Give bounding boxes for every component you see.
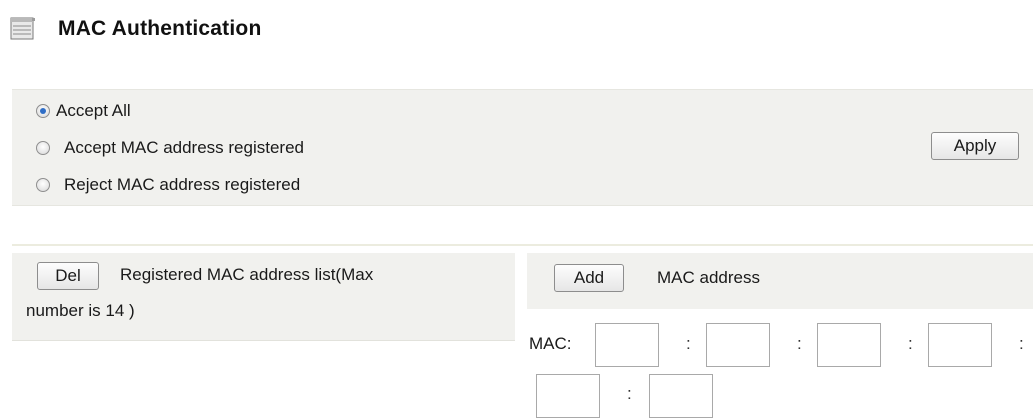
radio-accept-registered[interactable]: Accept MAC address registered [36, 138, 304, 158]
radio-button[interactable] [36, 141, 50, 155]
apply-button[interactable]: Apply [931, 132, 1019, 160]
mac-octet-2-input[interactable] [706, 323, 770, 367]
radio-label-reject-registered: Reject MAC address registered [64, 175, 301, 194]
mac-separator: : [1019, 334, 1024, 353]
add-button[interactable]: Add [554, 264, 624, 292]
mac-octet-3-input[interactable] [817, 323, 881, 367]
mac-separator: : [797, 334, 802, 353]
page-title: MAC Authentication [58, 17, 262, 40]
registered-list-title-line2: number is 14 ) [26, 301, 135, 320]
mac-octet-6-input[interactable] [649, 374, 713, 418]
mac-label: MAC: [529, 334, 572, 353]
delete-button[interactable]: Del [37, 262, 99, 290]
registered-list-title: Registered MAC address list(Max [120, 265, 374, 284]
mac-address-title: MAC address [657, 268, 760, 287]
radio-accept-all[interactable]: Accept All [36, 101, 131, 121]
section-divider [12, 244, 1033, 246]
registered-list-panel: Del Registered MAC address list(Max numb… [12, 253, 515, 341]
page-header: MAC Authentication [10, 14, 261, 44]
mac-separator: : [627, 384, 632, 403]
mac-separator: : [686, 334, 691, 353]
radio-label-accept-all: Accept All [56, 101, 131, 120]
mac-separator: : [908, 334, 913, 353]
mac-octet-5-input[interactable] [536, 374, 600, 418]
server-icon [10, 17, 36, 41]
add-mac-panel: Add MAC address [527, 253, 1033, 309]
radio-label-accept-registered: Accept MAC address registered [64, 138, 304, 157]
radio-button-selected[interactable] [36, 104, 50, 118]
auth-mode-panel: Accept All Accept MAC address registered… [12, 89, 1033, 206]
radio-reject-registered[interactable]: Reject MAC address registered [36, 175, 300, 195]
mac-octet-1-input[interactable] [595, 323, 659, 367]
radio-button[interactable] [36, 178, 50, 192]
mac-octet-4-input[interactable] [928, 323, 992, 367]
